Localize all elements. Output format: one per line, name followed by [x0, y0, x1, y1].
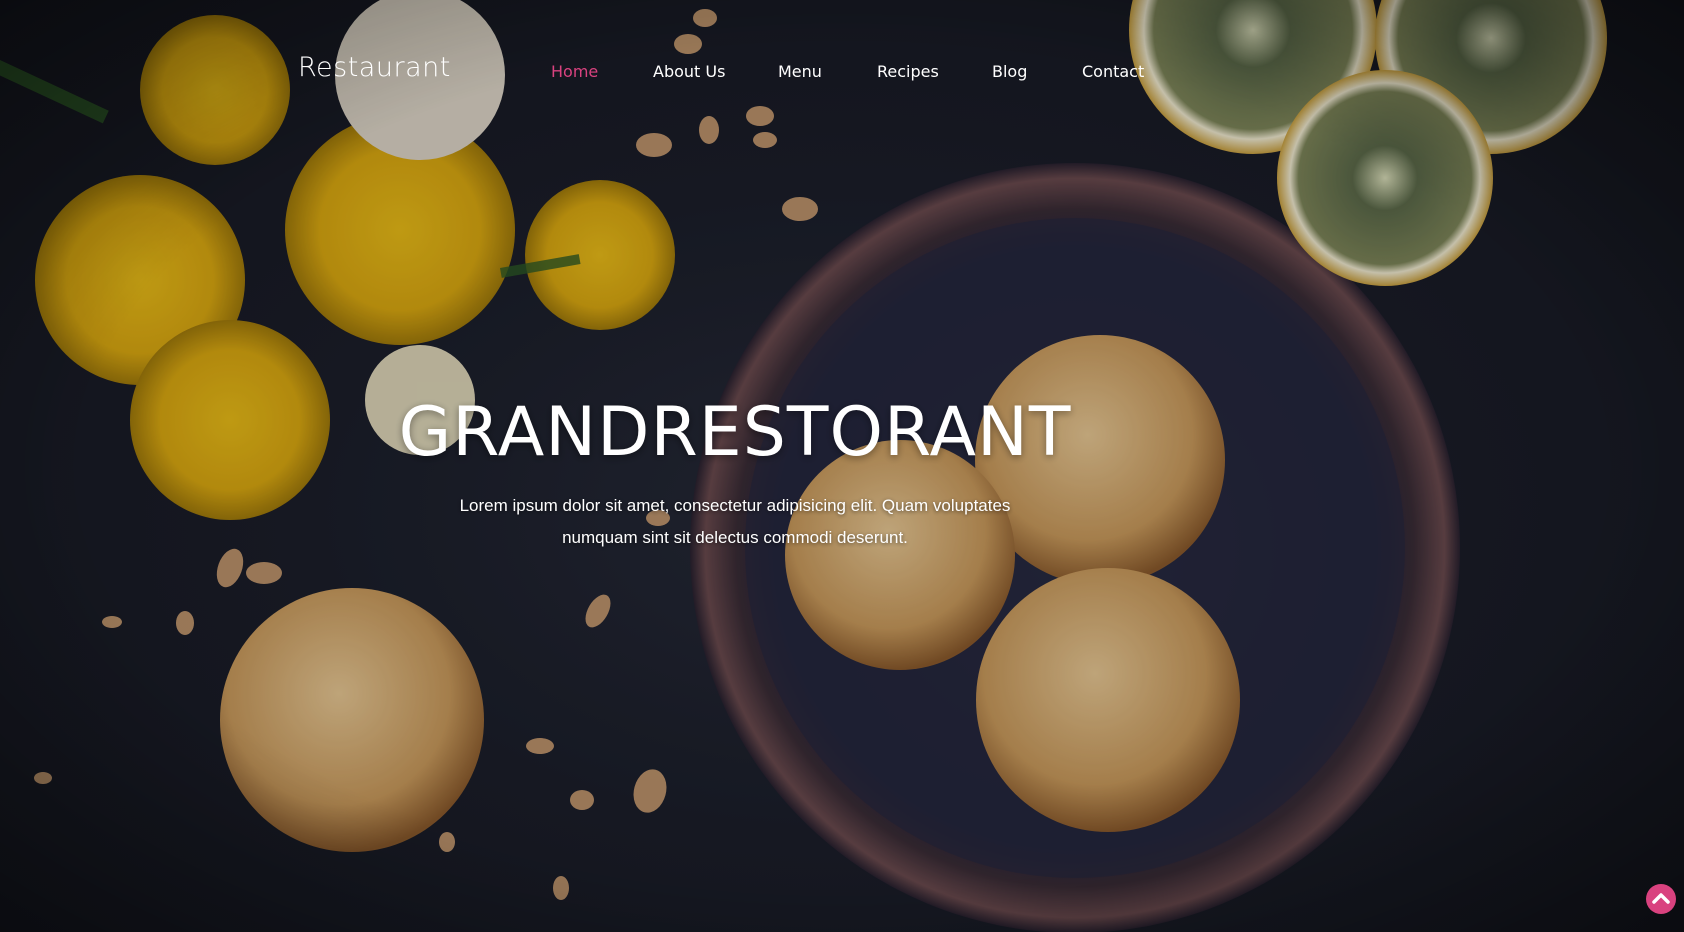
hero-title: GRANDRESTORANT [398, 393, 1072, 472]
site-logo[interactable]: Restaurant [298, 52, 451, 83]
nav-item-home[interactable]: Home [551, 62, 598, 81]
scroll-to-top-button[interactable] [1646, 884, 1676, 914]
nav-item-menu[interactable]: Menu [778, 62, 822, 81]
nav-item-about-us[interactable]: About Us [653, 62, 725, 81]
chevron-up-icon [1652, 893, 1670, 904]
hero-subtitle-line-2: numquam sint sit delectus commodi deseru… [562, 528, 908, 547]
hero-subtitle-line-1: Lorem ipsum dolor sit amet, consectetur … [459, 496, 1011, 515]
hero-section: Restaurant Home About Us Menu Recipes Bl… [0, 0, 1684, 932]
nav-item-contact[interactable]: Contact [1082, 62, 1144, 81]
nav-item-recipes[interactable]: Recipes [877, 62, 939, 81]
nav-item-blog[interactable]: Blog [992, 62, 1027, 81]
hero-subtitle: Lorem ipsum dolor sit amet, consectetur … [442, 490, 1028, 554]
